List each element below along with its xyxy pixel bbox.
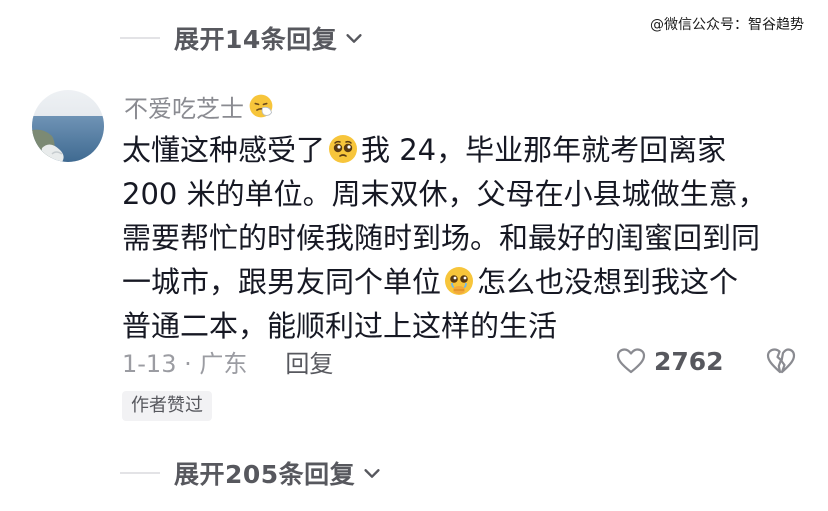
broken-heart-icon[interactable] bbox=[766, 347, 796, 375]
comment-line-4: 一城市，跟男友同个单位 怎么也没想到我这个 bbox=[122, 260, 812, 304]
author-liked-badge: 作者赞过 bbox=[122, 391, 212, 421]
comment-meta-row: 1-13 · 广东 回复 2762 bbox=[122, 343, 802, 379]
comment-line-2: 200 米的单位。周末双休，父母在小县城做生意， bbox=[122, 172, 812, 216]
comment-text-segment: 200 米的单位。周末双休，父母在小县城做生意， bbox=[122, 177, 767, 211]
expand-replies-label: 展开14条回复 bbox=[174, 25, 338, 54]
watermark: @微信公众号：智谷趋势 bbox=[650, 17, 804, 33]
comment-line-1: 太懂这种感受了 我 24，毕业那年就考回离家 bbox=[122, 128, 812, 172]
chevron-down-icon bbox=[364, 469, 380, 478]
sneezing-face-icon bbox=[249, 94, 273, 118]
expand-replies-top[interactable]: 展开14条回复 bbox=[120, 20, 365, 56]
expand-replies-bottom[interactable]: 展开205条回复 bbox=[120, 455, 383, 491]
comment-text-segment: 怎么也没想到我这个 bbox=[477, 265, 739, 299]
avatar[interactable] bbox=[32, 90, 104, 162]
holding-back-tears-face-icon bbox=[445, 267, 474, 295]
username[interactable]: 不爱吃芝士 bbox=[124, 89, 244, 124]
username-row: 不爱吃芝士 bbox=[124, 88, 274, 124]
like-count: 2762 bbox=[654, 346, 724, 376]
comment-line-5: 普通二本，能顺利过上这样的生活 bbox=[122, 304, 812, 348]
comment-text: 太懂这种感受了 我 24，毕业那年就考回离家 200 米的单位。周末双休，父母在… bbox=[122, 128, 812, 348]
divider-dash bbox=[120, 37, 160, 39]
comment-text-segment: 普通二本，能顺利过上这样的生活 bbox=[122, 309, 558, 343]
like-button[interactable]: 2762 bbox=[616, 343, 724, 379]
comment-text-segment: 我 24，毕业那年就考回离家 bbox=[361, 133, 727, 167]
comment-text-segment: 太懂这种感受了 bbox=[122, 133, 326, 167]
expand-replies-label: 展开205条回复 bbox=[174, 460, 356, 489]
pleading-face-icon bbox=[329, 135, 358, 163]
reply-button[interactable]: 回复 bbox=[285, 344, 333, 379]
heart-outline-icon bbox=[616, 348, 646, 374]
comment-text-segment: 一城市，跟男友同个单位 bbox=[122, 265, 442, 299]
comment-text-segment: 需要帮忙的时候我随时到场。和最好的闺蜜回到同 bbox=[122, 221, 761, 255]
comment-line-3: 需要帮忙的时候我随时到场。和最好的闺蜜回到同 bbox=[122, 216, 812, 260]
comment-date-location: 1-13 · 广东 bbox=[122, 349, 248, 378]
divider-dash bbox=[120, 472, 160, 474]
chevron-down-icon bbox=[346, 34, 362, 43]
